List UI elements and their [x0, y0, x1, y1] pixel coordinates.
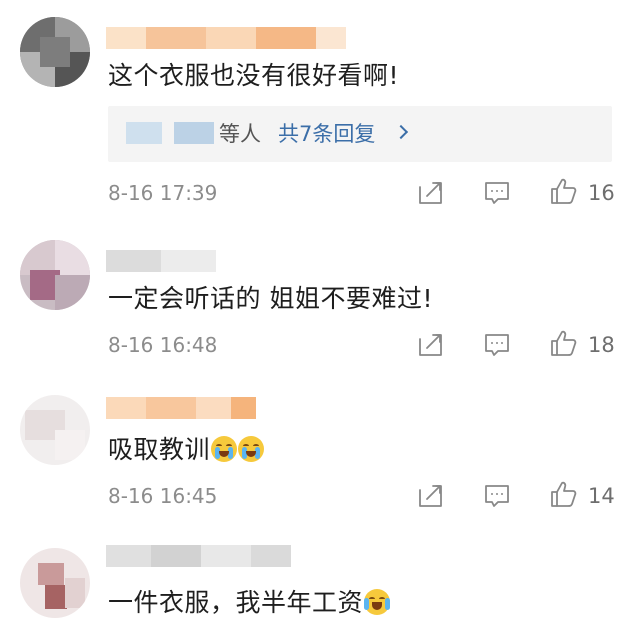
username[interactable]	[106, 545, 291, 567]
like-count: 18	[588, 333, 615, 357]
share-icon[interactable]	[415, 330, 445, 360]
comment-icon[interactable]	[482, 178, 512, 208]
username[interactable]	[106, 27, 346, 49]
share-icon[interactable]	[415, 481, 445, 511]
comment-text: 吸取教训	[108, 433, 265, 467]
view-replies-link[interactable]: 共7条回复	[278, 118, 375, 148]
comment-time: 8-16 16:45	[108, 484, 218, 508]
reply-username	[174, 122, 214, 144]
avatar[interactable]	[20, 240, 90, 310]
comment-text: 一定会听话的 姐姐不要难过!	[108, 284, 433, 313]
username[interactable]	[106, 397, 256, 419]
laughing-tears-emoji	[364, 589, 391, 615]
comment-time: 8-16 16:48	[108, 333, 218, 357]
reply-others-label: 等人	[219, 122, 261, 146]
like-count: 14	[588, 484, 615, 508]
comment-text: 这个衣服也没有很好看啊!	[108, 61, 400, 90]
comment-text: 一件衣服，我半年工资	[108, 586, 391, 620]
avatar[interactable]	[20, 17, 90, 87]
reply-preview[interactable]: 等人 共7条回复	[108, 106, 612, 162]
chevron-right-icon	[393, 124, 409, 140]
avatar[interactable]	[20, 548, 90, 618]
crying-face-emoji	[238, 436, 265, 462]
like-count: 16	[588, 181, 615, 205]
avatar[interactable]	[20, 395, 90, 465]
like-icon[interactable]	[548, 328, 578, 358]
comment-time: 8-16 17:39	[108, 181, 218, 205]
username[interactable]	[106, 250, 216, 272]
comment-icon[interactable]	[482, 481, 512, 511]
share-icon[interactable]	[415, 178, 445, 208]
like-icon[interactable]	[548, 479, 578, 509]
comment-icon[interactable]	[482, 330, 512, 360]
like-icon[interactable]	[548, 176, 578, 206]
comment-text-label: 一件衣服，我半年工资	[108, 588, 364, 617]
crying-face-emoji	[211, 436, 238, 462]
reply-username	[126, 122, 162, 144]
comment-text-label: 吸取教训	[108, 435, 211, 464]
